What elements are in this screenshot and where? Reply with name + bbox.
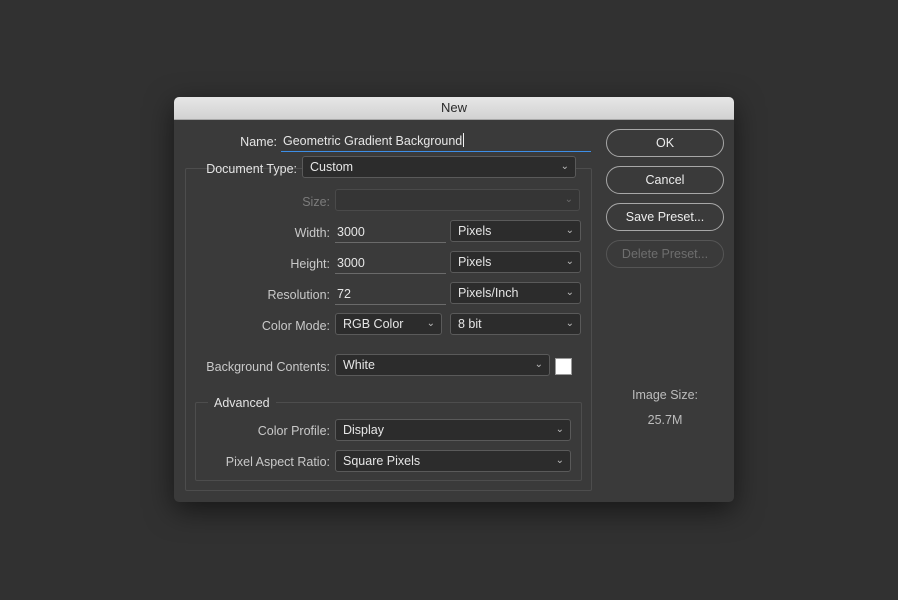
resolution-input[interactable]: 72 — [335, 283, 446, 305]
ok-button[interactable]: OK — [606, 129, 724, 157]
color-mode-dropdown[interactable]: RGB Color ⌄ — [335, 313, 442, 335]
chevron-down-icon: ⌄ — [564, 194, 573, 205]
advanced-section-title: Advanced — [208, 396, 276, 410]
size-dropdown[interactable]: ⌄ — [335, 189, 580, 211]
height-unit-dropdown[interactable]: Pixels ⌄ — [450, 251, 581, 273]
width-input[interactable]: 3000 — [335, 221, 446, 243]
width-unit-dropdown[interactable]: Pixels ⌄ — [450, 220, 581, 242]
pixel-aspect-ratio-label: Pixel Aspect Ratio: — [225, 455, 330, 469]
save-preset-button[interactable]: Save Preset... — [606, 203, 724, 231]
chevron-down-icon: ⌄ — [565, 256, 574, 267]
color-mode-label: Color Mode: — [261, 319, 330, 333]
height-label: Height: — [290, 257, 330, 271]
resolution-label: Resolution: — [267, 288, 330, 302]
name-input[interactable]: Geometric Gradient Background — [281, 130, 591, 152]
color-profile-value: Display — [343, 423, 384, 437]
pixel-aspect-ratio-dropdown[interactable]: Square Pixels ⌄ — [335, 450, 571, 472]
dialog-title: New — [174, 97, 734, 120]
name-label: Name: — [240, 135, 277, 149]
color-profile-dropdown[interactable]: Display ⌄ — [335, 419, 571, 441]
chevron-down-icon: ⌄ — [534, 359, 543, 370]
size-label: Size: — [302, 195, 330, 209]
image-size-value: 25.7M — [647, 413, 683, 427]
delete-preset-button[interactable]: Delete Preset... — [606, 240, 724, 268]
pixel-aspect-ratio-value: Square Pixels — [343, 454, 421, 468]
height-unit-value: Pixels — [458, 255, 492, 269]
document-type-value: Custom — [310, 160, 354, 174]
background-contents-value: White — [343, 358, 375, 372]
color-profile-label: Color Profile: — [257, 424, 330, 438]
bit-depth-value: 8 bit — [458, 317, 482, 331]
resolution-unit-value: Pixels/Inch — [458, 286, 519, 300]
text-caret — [463, 133, 465, 147]
new-document-dialog: New Name: Geometric Gradient Background … — [174, 97, 734, 502]
background-color-swatch[interactable] — [555, 358, 572, 375]
height-input[interactable]: 3000 — [335, 252, 446, 274]
chevron-down-icon: ⌄ — [565, 318, 574, 329]
background-contents-label: Background Contents: — [206, 360, 330, 374]
chevron-down-icon: ⌄ — [555, 455, 564, 466]
chevron-down-icon: ⌄ — [426, 318, 435, 329]
color-mode-value: RGB Color — [343, 317, 404, 331]
chevron-down-icon: ⌄ — [565, 225, 574, 236]
chevron-down-icon: ⌄ — [560, 161, 569, 172]
document-type-label: Document Type: — [206, 162, 297, 176]
resolution-unit-dropdown[interactable]: Pixels/Inch ⌄ — [450, 282, 581, 304]
cancel-button[interactable]: Cancel — [606, 166, 724, 194]
image-size-label: Image Size: — [631, 388, 698, 402]
chevron-down-icon: ⌄ — [565, 287, 574, 298]
document-type-dropdown[interactable]: Custom ⌄ — [302, 156, 576, 178]
width-label: Width: — [294, 226, 330, 240]
bit-depth-dropdown[interactable]: 8 bit ⌄ — [450, 313, 581, 335]
chevron-down-icon: ⌄ — [555, 424, 564, 435]
background-contents-dropdown[interactable]: White ⌄ — [335, 354, 550, 376]
width-unit-value: Pixels — [458, 224, 492, 238]
name-input-value: Geometric Gradient Background — [283, 134, 463, 148]
